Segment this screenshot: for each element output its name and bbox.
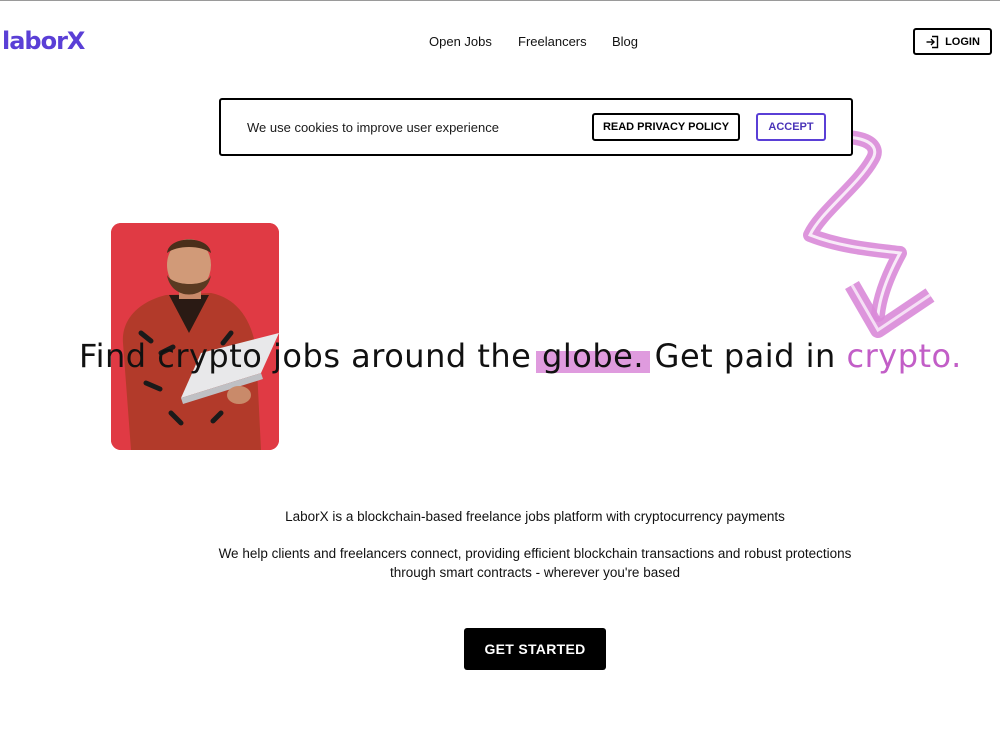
read-privacy-policy-button[interactable]: READ PRIVACY POLICY <box>592 113 740 141</box>
nav-freelancers[interactable]: Freelancers <box>518 34 587 49</box>
login-label: LOGIN <box>945 35 980 48</box>
page: laborX Open Jobs Freelancers Blog LOGIN <box>0 0 1000 750</box>
accept-cookies-button[interactable]: ACCEPT <box>756 113 826 141</box>
nav-open-jobs[interactable]: Open Jobs <box>429 34 492 49</box>
cookie-banner: We use cookies to improve user experienc… <box>219 98 853 156</box>
headline-globe: globe. <box>536 337 650 375</box>
description-line2: We help clients and freelancers connect,… <box>218 546 852 580</box>
hero-headline: Find crypto jobs around the globe. Get p… <box>79 337 999 375</box>
login-button[interactable]: LOGIN <box>913 28 992 55</box>
login-icon <box>925 35 939 49</box>
top-divider <box>0 0 1000 1</box>
headline-crypto: crypto. <box>846 337 962 375</box>
headline-part2: Get paid in <box>643 337 847 375</box>
decorative-arrow-icon <box>801 130 935 338</box>
cookie-text: We use cookies to improve user experienc… <box>247 120 499 135</box>
main-nav: Open Jobs Freelancers Blog <box>0 34 1000 52</box>
description-line1: LaborX is a blockchain-based freelance j… <box>285 509 785 524</box>
get-started-button[interactable]: GET STARTED <box>464 628 606 670</box>
nav-blog[interactable]: Blog <box>612 34 638 49</box>
headline-part1: Find crypto jobs around the <box>79 337 543 375</box>
